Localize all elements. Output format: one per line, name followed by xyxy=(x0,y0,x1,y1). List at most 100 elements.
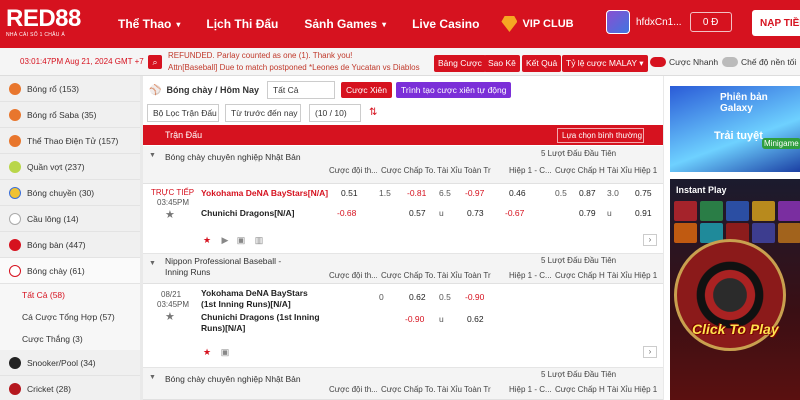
col-header: Cược Chấp To... xyxy=(381,166,435,175)
snooker-ball-icon xyxy=(9,356,21,369)
match-filter-select[interactable]: Bộ Lọc Trận Đấu xyxy=(147,104,219,122)
odds-cell[interactable]: -0.90 xyxy=(465,292,484,302)
filter-all-select[interactable]: Tất Cả xyxy=(266,81,335,99)
instant-play-panel[interactable]: Instant Play Click To Play xyxy=(670,179,800,400)
balance-display[interactable]: 0 Đ xyxy=(689,12,732,32)
favorite-star-icon[interactable]: ★ xyxy=(201,234,213,246)
match-time: 03:45PM xyxy=(157,300,190,309)
sidebar-sub-outright[interactable]: Cược Thắng (3) xyxy=(0,328,140,350)
statement-button[interactable]: Sao Kê xyxy=(484,55,520,72)
dark-mode-toggle[interactable] xyxy=(722,57,738,67)
more-markets-button[interactable]: › xyxy=(643,234,657,246)
results-button[interactable]: Kết Quả xyxy=(522,55,562,72)
sidebar-item-esports[interactable]: Thể Thao Điện Tử (157) xyxy=(0,128,140,154)
odds-cell[interactable]: 0.75 xyxy=(635,188,652,198)
odds-cell[interactable]: 0.73 xyxy=(467,208,484,218)
odds-cell[interactable]: 0.87 xyxy=(579,188,596,198)
odds-cell[interactable]: -0.68 xyxy=(337,208,356,218)
game-tile[interactable] xyxy=(778,223,800,243)
collapse-icon[interactable]: ▼ xyxy=(149,260,156,267)
diamond-icon xyxy=(501,16,518,32)
promo-banner[interactable]: Phiên bản Galaxy Trải tuyệt Minigame xyxy=(670,86,800,172)
leagues-count[interactable]: (10 / 10) Giải xyxy=(309,104,361,134)
sidebar-item-baseball[interactable]: Bóng chày (61) xyxy=(0,258,140,284)
sidebar-item-cricket[interactable]: Cricket (28) xyxy=(0,376,140,400)
sidebar-item-basketball-saba[interactable]: Bóng rổ Saba (35) xyxy=(0,102,140,128)
play-icon[interactable]: ▶ xyxy=(219,234,231,246)
instant-play-title: Instant Play xyxy=(676,185,727,195)
sidebar-item-snooker[interactable]: Snooker/Pool (34) xyxy=(0,350,140,376)
vip-club-link[interactable]: VIP CLUB xyxy=(501,16,574,32)
nav-sports[interactable]: Thể Thao ▾ xyxy=(118,17,180,31)
collapse-icon[interactable]: ▼ xyxy=(149,152,156,159)
chevron-down-icon: ▾ xyxy=(382,19,387,29)
brand-name: RED88 xyxy=(6,5,81,32)
odds-cell[interactable]: 0.91 xyxy=(635,208,652,218)
odds-cell[interactable]: -0.90 xyxy=(405,314,424,324)
sidebar-item-table-tennis[interactable]: Bóng bàn (447) xyxy=(0,232,140,258)
sidebar-item-tennis[interactable]: Quần vợt (237) xyxy=(0,154,140,180)
deposit-button[interactable]: NẠP TIỀN xyxy=(752,10,800,36)
promo-subtitle: Trải tuyệt xyxy=(714,130,763,142)
game-tile[interactable] xyxy=(752,223,775,243)
odds-cell[interactable]: -0.67 xyxy=(505,208,524,218)
chart-icon[interactable]: ▥ xyxy=(253,234,265,246)
sidebar-item-label: Bóng chày xyxy=(27,265,68,276)
sidebar-sub-all[interactable]: Tất Cả (58) xyxy=(0,284,140,306)
parlay-button[interactable]: Cược Xiên xyxy=(340,82,393,98)
league-header[interactable]: ▼ Nippon Professional Baseball - Inning … xyxy=(143,254,663,284)
game-tile[interactable] xyxy=(778,201,800,221)
star-icon[interactable]: ★ xyxy=(165,310,175,323)
game-tile[interactable] xyxy=(674,201,697,221)
more-markets-button[interactable]: › xyxy=(643,346,657,358)
cricket-ball-icon xyxy=(9,382,21,395)
col-header: Tài Xỉu Toàn Tr... xyxy=(437,166,491,175)
odds-cell[interactable]: 0.46 xyxy=(509,188,526,198)
stats-icon[interactable]: ▣ xyxy=(219,346,231,358)
sidebar-item-badminton[interactable]: Cầu lông (14) xyxy=(0,206,140,232)
star-icon[interactable]: ★ xyxy=(165,208,175,221)
col-header: Tài Xỉu Toàn Tr... xyxy=(437,271,491,280)
league-header[interactable]: ▼ Bóng chày chuyên nghiệp Nhật Bản 5 Lượ… xyxy=(143,146,663,184)
avatar[interactable] xyxy=(606,10,630,34)
favorite-star-icon[interactable]: ★ xyxy=(201,346,213,358)
search-icon[interactable]: ⌕ xyxy=(148,55,162,69)
sort-arrows-icon[interactable]: ⇅ xyxy=(369,107,377,118)
odds-cell[interactable]: 0.51 xyxy=(341,188,358,198)
odds-cell[interactable]: 0.79 xyxy=(579,208,596,218)
collapse-icon[interactable]: ▼ xyxy=(149,374,156,381)
fast-bet-toggle[interactable] xyxy=(650,57,666,67)
odds-cell[interactable]: 0.57 xyxy=(409,208,426,218)
sidebar-item-volleyball[interactable]: Bóng chuyền (30) xyxy=(0,180,140,206)
col-header: Cược Chấp To... xyxy=(381,385,435,394)
nav-live-casino[interactable]: Live Casino xyxy=(412,17,479,31)
auto-parlay-button[interactable]: Trình tạo cược xiên tự động xyxy=(396,82,512,98)
odds-cell[interactable]: -0.97 xyxy=(465,188,484,198)
nav-sports-label: Thể Thao xyxy=(118,17,172,31)
nav-games[interactable]: Sảnh Games ▾ xyxy=(304,17,386,31)
odds-cell[interactable]: 0.62 xyxy=(409,292,426,302)
bet-list-button[interactable]: Bảng Cược xyxy=(434,55,486,72)
game-tile[interactable] xyxy=(726,201,749,221)
click-to-play-cta[interactable]: Click To Play xyxy=(692,321,779,337)
sidebar-sub-combo[interactable]: Cá Cược Tổng Hợp (57) xyxy=(0,306,140,328)
odds-cell[interactable]: -0.81 xyxy=(407,188,426,198)
league-view-select[interactable]: Lựa chọn bình thường xyxy=(557,128,644,143)
username[interactable]: hfdxCn1... xyxy=(636,17,682,28)
col-header: Cược Chấp Hi... xyxy=(555,166,605,175)
league-header[interactable]: ▼ Bóng chày chuyên nghiệp Nhật Bản 5 Lượ… xyxy=(143,368,663,400)
stats-icon[interactable]: ▣ xyxy=(235,234,247,246)
sidebar-item-count: (447) xyxy=(65,239,86,250)
brand-logo[interactable]: RED88 NHÀ CÁI SỐ 1 CHÂU Á xyxy=(0,0,118,48)
odds-cell[interactable]: 0.62 xyxy=(467,314,484,324)
sidebar-item-count: (14) xyxy=(63,213,79,224)
sidebar-item-basketball[interactable]: Bóng rổ (153) xyxy=(0,76,140,102)
odds-type-select[interactable]: Tỷ lệ cược MALAY ▾ xyxy=(562,55,648,72)
game-tile[interactable] xyxy=(674,223,697,243)
sidebar-item-count: (237) xyxy=(64,161,85,172)
game-tile[interactable] xyxy=(752,201,775,221)
away-team: Chunichi Dragons[N/A] xyxy=(201,208,295,218)
game-tile[interactable] xyxy=(700,201,723,221)
sort-select[interactable]: Từ trước đến nay xyxy=(225,104,301,122)
nav-schedule[interactable]: Lịch Thi Đấu xyxy=(206,17,278,31)
